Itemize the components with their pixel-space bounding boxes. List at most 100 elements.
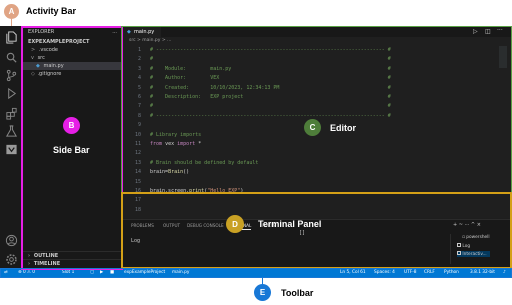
tree-item-main-py[interactable]: ◆ main.py: [22, 62, 122, 70]
tree-item-label: .gitignore: [37, 71, 62, 77]
explorer-more-button[interactable]: ...: [112, 28, 117, 36]
code-line[interactable]: 17: [123, 196, 512, 204]
project-selector[interactable]: expExampleProject: [124, 268, 165, 277]
project-name: EXPEXAMPLEPROJECT: [28, 39, 90, 45]
code-token: # Brain should be defined by default: [150, 159, 259, 166]
run-file-icon[interactable]: ▷: [473, 28, 478, 35]
settings-gear-icon[interactable]: [4, 252, 18, 266]
flask-icon[interactable]: [4, 124, 18, 138]
explorer-icon[interactable]: [4, 30, 18, 44]
code-token: *: [198, 141, 202, 147]
code-text: # #: [150, 55, 391, 63]
line-number: 13: [134, 159, 141, 166]
more-actions-icon[interactable]: ···: [497, 27, 503, 34]
code-line[interactable]: 5 # Created: 10/10/2023, 12:34:13 PM #: [123, 84, 512, 92]
tab-debug-console[interactable]: DEBUG CONSOLE: [187, 223, 224, 228]
line-number: 6: [137, 94, 141, 100]
line-number: 12: [134, 150, 141, 157]
code-line[interactable]: 11 from vex import *: [123, 140, 512, 148]
chevron-right-icon: ›: [28, 261, 31, 267]
outline-section[interactable]: › OUTLINE: [22, 251, 122, 259]
code-token: print: [189, 188, 205, 194]
line-ending[interactable]: CRLF: [424, 268, 435, 277]
split-editor-icon[interactable]: ◫: [485, 28, 491, 35]
code-token: (): [183, 169, 190, 176]
line-number: 9: [137, 122, 141, 129]
callout-a-badge: A: [4, 4, 19, 19]
code-text: # Created: 10/10/2023, 12:34:13 PM #: [150, 84, 391, 92]
git-file-icon: ◇: [31, 71, 35, 77]
tab-problems[interactable]: PROBLEMS: [131, 223, 154, 228]
code-line[interactable]: 2 # #: [123, 55, 512, 63]
code-line[interactable]: 14 brain=Brain(): [123, 168, 512, 176]
breadcrumb[interactable]: src > main.py > ...: [129, 38, 171, 43]
notifications-icon[interactable]: ♪: [503, 268, 506, 277]
encoding[interactable]: UTF-8: [404, 268, 417, 277]
run-icon[interactable]: ▶: [100, 268, 103, 277]
code-line[interactable]: 13 # Brain should be defined by default: [123, 159, 512, 167]
timeline-section[interactable]: › TIMELINE: [22, 259, 122, 267]
code-text: from vex import *: [150, 140, 201, 148]
terminal-actions[interactable]: + ~ ··· ^ ×: [453, 222, 481, 228]
tab-main-py[interactable]: ◆ main.py: [123, 26, 161, 37]
tab-output[interactable]: OUTPUT: [163, 223, 180, 228]
source-control-icon[interactable]: [4, 68, 18, 82]
project-folder[interactable]: EXPEXAMPLEPROJECT: [22, 38, 122, 46]
build-icon[interactable]: ▢: [90, 268, 94, 277]
tree-item-gitignore[interactable]: ◇ .gitignore: [22, 70, 122, 78]
tree-item-label: .vscode: [38, 47, 59, 53]
status-bar: ⇄ ⊗ 0 ⚠ 0 Slot 1 ▢ ▶ ■ expExampleProject…: [0, 268, 512, 277]
language-mode[interactable]: Python: [444, 268, 459, 277]
code-line[interactable]: 1 # -------------------------------------…: [123, 46, 512, 54]
callout-a-label: Activity Bar: [26, 6, 77, 16]
terminal-item-log[interactable]: Log: [457, 243, 470, 249]
minimap[interactable]: [499, 46, 507, 68]
code-line[interactable]: 4 # Author: VEX #: [123, 74, 512, 82]
code-line[interactable]: 18: [123, 206, 512, 214]
code-line[interactable]: 6 # Description: EXP project #: [123, 93, 512, 101]
code-token: vex: [165, 141, 178, 147]
stop-icon[interactable]: ■: [110, 268, 114, 277]
file-indicator[interactable]: main.py: [172, 268, 189, 277]
code-line[interactable]: 12: [123, 149, 512, 157]
line-number: 10: [134, 131, 141, 138]
extensions-icon[interactable]: [4, 106, 18, 120]
code-line[interactable]: 3 # Module: main.py #: [123, 65, 512, 73]
code-token: # Module: main.py #: [150, 65, 391, 72]
code-line[interactable]: 15: [123, 178, 512, 186]
indentation[interactable]: Spaces: 4: [374, 268, 395, 277]
code-line[interactable]: 16 brain.screen.print("Hello EXP"): [123, 187, 512, 195]
code-token: # Description: EXP project #: [150, 94, 391, 100]
line-number: 11: [134, 141, 141, 147]
slot-selector[interactable]: Slot 1: [62, 268, 74, 277]
line-number: 14: [134, 169, 141, 176]
callout-d-badge: D: [226, 215, 244, 233]
tree-item-src[interactable]: v src: [22, 54, 122, 62]
code-text: # Library imports: [150, 131, 201, 139]
callout-e-badge: E: [254, 284, 271, 301]
code-line[interactable]: 7 # #: [123, 102, 512, 110]
vex-terminal-icon: [457, 243, 461, 247]
terminal-item-label: powershell: [466, 235, 490, 240]
interpreter[interactable]: 3.8.1 32-bit: [470, 268, 495, 277]
terminal-item-interactive[interactable]: Interactiv...: [457, 251, 490, 257]
problems-indicator[interactable]: ⊗ 0 ⚠ 0: [18, 268, 35, 277]
line-number: 8: [137, 112, 141, 119]
line-number: 18: [134, 206, 141, 213]
account-icon[interactable]: [4, 233, 18, 247]
cursor-position[interactable]: Ln 5, Col 61: [340, 268, 366, 277]
line-number: 5: [137, 84, 141, 91]
terminal-output[interactable]: Log: [131, 238, 140, 244]
remote-icon[interactable]: ⇄: [4, 268, 8, 277]
timeline-label: TIMELINE: [33, 261, 61, 267]
search-icon[interactable]: [4, 50, 18, 64]
code-text: brain=Brain(): [150, 168, 189, 176]
code-text: # Author: VEX #: [150, 74, 391, 82]
code-token: from: [150, 141, 166, 147]
terminal-item-powershell[interactable]: ▫ powershell: [462, 235, 490, 240]
code-line[interactable]: 8 # -------------------------------------…: [123, 112, 512, 120]
run-debug-icon[interactable]: [4, 86, 18, 100]
vex-extension-icon[interactable]: [4, 142, 18, 156]
callout-d-label: Terminal Panel: [258, 219, 322, 229]
tree-item-vscode[interactable]: > .vscode: [22, 46, 122, 54]
